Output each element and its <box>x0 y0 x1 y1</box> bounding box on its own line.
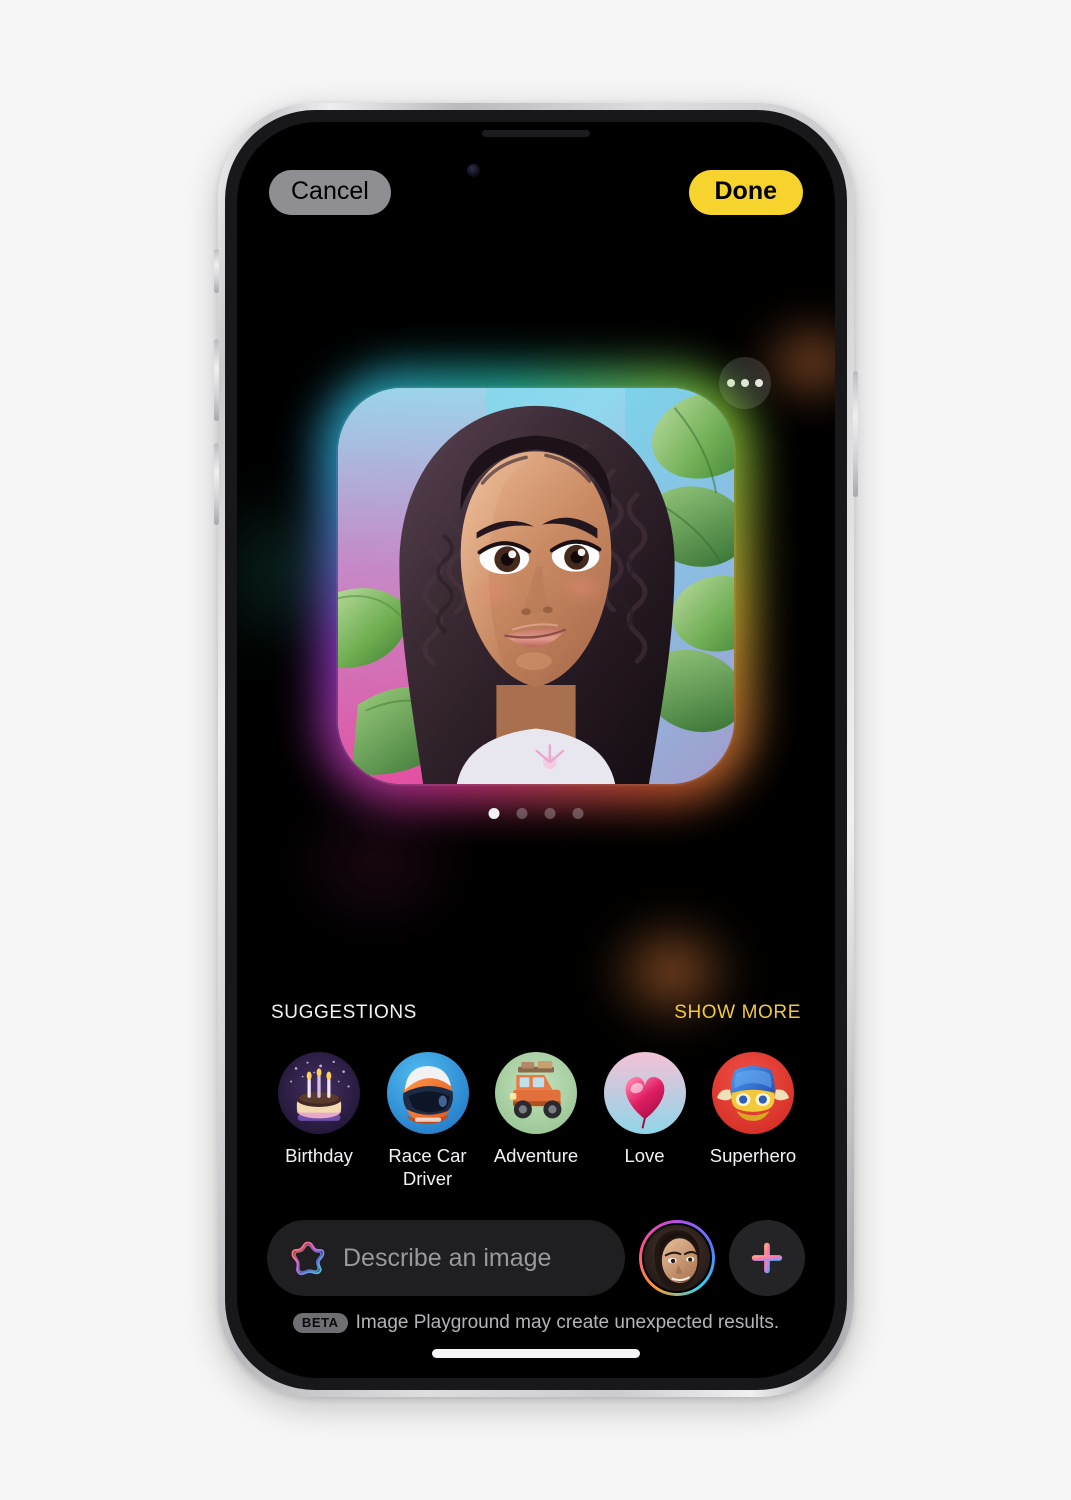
suggestion-label: Love <box>624 1145 665 1166</box>
done-button[interactable]: Done <box>688 170 803 215</box>
suggestion-superhero[interactable]: Superhero <box>701 1052 805 1190</box>
superhero-mask-icon <box>712 1052 794 1134</box>
describe-image-field[interactable]: Describe an image <box>267 1220 625 1296</box>
suggestion-label: Superhero <box>709 1145 797 1166</box>
ellipsis-dot <box>741 379 749 387</box>
disclaimer-text: Image Playground may create unexpected r… <box>355 1312 780 1333</box>
action-button[interactable] <box>214 249 219 293</box>
suggestion-race-car-driver[interactable]: Race Car Driver <box>376 1052 480 1190</box>
device-bezel: Cancel Done SUGGESTIONS SHOW MORE Birthd… <box>225 110 847 1390</box>
page-dot-3[interactable] <box>544 808 556 819</box>
ellipsis-dot <box>727 379 735 387</box>
device-screen: Cancel Done SUGGESTIONS SHOW MORE Birthd… <box>237 122 835 1378</box>
page-dot-2[interactable] <box>516 808 528 819</box>
racing-helmet-icon <box>386 1052 469 1134</box>
off-road-truck-icon <box>495 1052 577 1134</box>
ambient-glow-orange-bottom <box>567 882 777 1062</box>
beta-disclaimer: BETA Image Playground may create unexpec… <box>237 1312 835 1334</box>
add-image-button[interactable] <box>729 1220 805 1296</box>
describe-image-placeholder: Describe an image <box>343 1243 552 1272</box>
suggestions-title: SUGGESTIONS <box>271 1002 417 1023</box>
home-indicator[interactable] <box>432 1349 640 1358</box>
avatar-image <box>642 1223 712 1293</box>
top-toolbar: Cancel Done <box>237 170 835 215</box>
suggestion-label: Adventure <box>493 1145 579 1166</box>
person-avatar[interactable] <box>639 1220 715 1296</box>
power-button[interactable] <box>853 371 858 497</box>
suggestion-label: Birthday <box>285 1145 353 1166</box>
ellipsis-dot <box>755 379 763 387</box>
birthday-cake-icon <box>278 1052 360 1134</box>
plus-icon <box>751 1242 783 1274</box>
suggestions-header: SUGGESTIONS SHOW MORE <box>237 1002 835 1024</box>
generated-image[interactable] <box>338 388 734 784</box>
volume-up-button[interactable] <box>214 339 219 421</box>
suggestions-list: Birthday Race Car Driver Adventure Love … <box>237 1052 835 1190</box>
suggestion-label: Race Car Driver <box>388 1145 467 1190</box>
volume-down-button[interactable] <box>214 443 219 525</box>
heart-balloon-icon <box>603 1052 686 1134</box>
apple-intelligence-icon <box>291 1241 325 1276</box>
image-pagination-dots[interactable] <box>488 808 584 819</box>
screenshot-root: Cancel Done SUGGESTIONS SHOW MORE Birthd… <box>0 0 1071 1500</box>
page-dot-4[interactable] <box>572 808 584 819</box>
cancel-button[interactable]: Cancel <box>269 170 391 215</box>
composer-bar: Describe an image <box>237 1220 835 1296</box>
show-more-button[interactable]: SHOW MORE <box>674 1002 801 1024</box>
beta-badge: BETA <box>292 1313 348 1333</box>
suggestion-birthday[interactable]: Birthday <box>267 1052 371 1190</box>
portrait-illustration <box>338 388 734 784</box>
suggestion-love[interactable]: Love <box>593 1052 697 1190</box>
earpiece-speaker <box>482 130 590 137</box>
page-dot-1[interactable] <box>488 808 500 819</box>
suggestion-adventure[interactable]: Adventure <box>484 1052 588 1190</box>
iphone-device-frame: Cancel Done SUGGESTIONS SHOW MORE Birthd… <box>214 103 858 1397</box>
generated-image-card[interactable] <box>320 370 752 802</box>
